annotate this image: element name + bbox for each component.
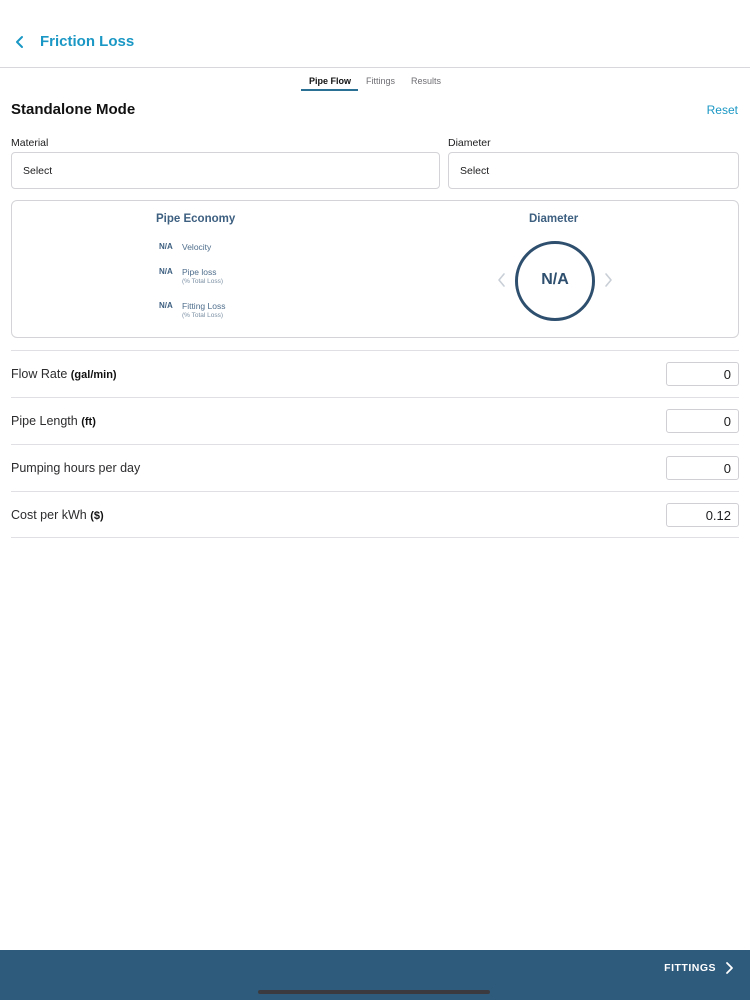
- material-select[interactable]: Select: [11, 152, 440, 189]
- fitting-loss-sublabel: (% Total Loss): [182, 312, 224, 319]
- material-label: Material: [11, 137, 49, 149]
- cost-per-kwh-row: Cost per kWh ($): [11, 491, 739, 538]
- page-title: Friction Loss: [40, 33, 135, 50]
- pipe-loss-value: N/A: [159, 267, 173, 276]
- material-select-value: Select: [23, 165, 53, 177]
- chevron-right-icon: [726, 962, 733, 974]
- pumping-hours-row: Pumping hours per day: [11, 444, 739, 491]
- reset-button[interactable]: Reset: [707, 103, 738, 117]
- tab-results[interactable]: Results: [411, 76, 441, 86]
- tab-bar: Pipe Flow Fittings Results: [0, 76, 750, 92]
- pumping-hours-label: Pumping hours per day: [11, 461, 140, 475]
- flow-rate-label-text: Flow Rate: [11, 367, 68, 381]
- flow-rate-unit: (gal/min): [70, 369, 117, 381]
- pipe-length-unit: (ft): [81, 416, 96, 428]
- pipe-length-row: Pipe Length (ft): [11, 397, 739, 444]
- cost-per-kwh-label-text: Cost per kWh: [11, 508, 87, 522]
- diameter-select[interactable]: Select: [448, 152, 739, 189]
- home-indicator: [258, 990, 490, 994]
- active-tab-underline: [301, 89, 358, 91]
- pipe-economy-title: Pipe Economy: [156, 213, 236, 225]
- flow-rate-input[interactable]: [666, 362, 739, 386]
- next-fittings-label: FITTINGS: [664, 962, 716, 974]
- diameter-select-value: Select: [460, 165, 490, 177]
- velocity-label: Velocity: [182, 242, 212, 252]
- velocity-value: N/A: [159, 242, 173, 251]
- tab-pipe-flow[interactable]: Pipe Flow: [309, 76, 351, 86]
- flow-rate-label: Flow Rate (gal/min): [11, 367, 117, 381]
- cost-per-kwh-label: Cost per kWh ($): [11, 508, 104, 522]
- back-button[interactable]: [10, 30, 30, 54]
- chevron-right-icon[interactable]: [602, 272, 614, 288]
- pumping-hours-label-text: Pumping hours per day: [11, 461, 141, 475]
- fitting-loss-value: N/A: [159, 301, 173, 310]
- diameter-value: N/A: [541, 271, 569, 288]
- chevron-left-icon: [16, 36, 23, 48]
- navigation-bar: Friction Loss: [0, 0, 750, 68]
- cost-per-kwh-unit: ($): [90, 510, 104, 522]
- next-fittings-button[interactable]: FITTINGS: [644, 961, 734, 975]
- diameter-label: Diameter: [448, 137, 491, 149]
- cost-per-kwh-input[interactable]: [666, 503, 739, 527]
- tab-fittings[interactable]: Fittings: [366, 76, 395, 86]
- pipe-loss-sublabel: (% Total Loss): [182, 278, 224, 285]
- pipe-economy-card: Pipe Economy N/A Velocity N/A Pipe loss …: [11, 200, 739, 338]
- section-title: Standalone Mode: [11, 101, 136, 118]
- chevron-left-icon[interactable]: [496, 272, 508, 288]
- pipe-length-label: Pipe Length (ft): [11, 414, 96, 428]
- fitting-loss-label: Fitting Loss: [182, 301, 226, 311]
- diameter-gauge: N/A: [515, 241, 595, 321]
- pipe-length-input[interactable]: [666, 409, 739, 433]
- diameter-title: Diameter: [529, 213, 579, 225]
- flow-rate-row: Flow Rate (gal/min): [11, 350, 739, 397]
- pipe-length-label-text: Pipe Length: [11, 414, 78, 428]
- pipe-loss-label: Pipe loss: [182, 267, 217, 277]
- pumping-hours-input[interactable]: [666, 456, 739, 480]
